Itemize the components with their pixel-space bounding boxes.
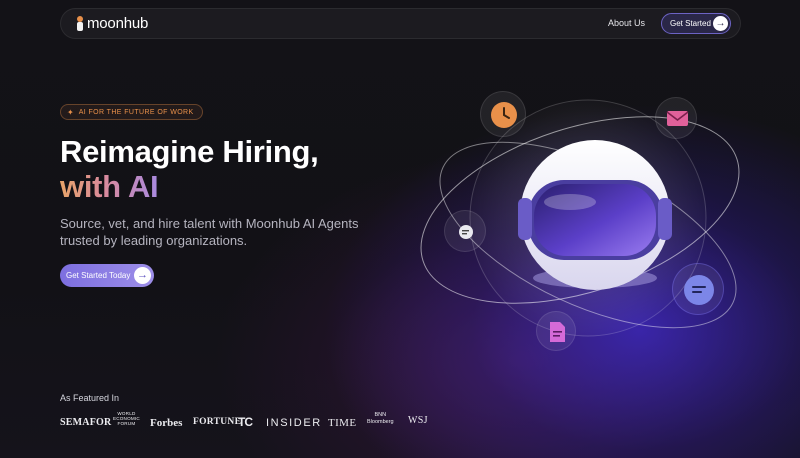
wsj-logo: WSJ	[408, 415, 428, 426]
message-icon	[684, 275, 714, 305]
clock-icon	[491, 102, 517, 128]
time-logo: TIME	[328, 417, 357, 429]
logo-text: moonhub	[87, 15, 149, 32]
wef-logo-line3: FORUM	[117, 421, 136, 426]
tagline-text: AI FOR THE FUTURE OF WORK	[78, 108, 194, 116]
nav-about-link[interactable]: About Us	[608, 18, 645, 28]
moonhub-logo[interactable]: moonhub	[76, 15, 148, 32]
message-badge	[672, 263, 724, 315]
chat-badge	[444, 210, 486, 252]
mail-badge	[655, 97, 697, 139]
headline-line-2: with AI	[60, 169, 159, 204]
wef-logo: WORLD ECONOMIC FORUM	[113, 411, 140, 426]
chat-icon	[459, 225, 473, 239]
arrow-right-icon: →	[134, 267, 151, 284]
get-started-today-label: Get Started Today	[66, 271, 131, 280]
mail-icon	[666, 111, 689, 126]
featured-title: As Featured In	[60, 393, 120, 403]
top-navbar: moonhub About Us Get Started →	[60, 8, 741, 39]
nav-get-started-button[interactable]: Get Started →	[661, 13, 731, 34]
arrow-right-icon: →	[713, 16, 728, 31]
document-icon	[550, 322, 565, 342]
clock-badge	[480, 91, 526, 137]
subheadline-line-2: trusted by leading organizations.	[60, 233, 248, 248]
document-badge	[536, 311, 576, 351]
forbes-logo: Forbes	[150, 417, 183, 429]
insider-logo: INSIDER	[266, 417, 322, 429]
get-started-today-button[interactable]: Get Started Today →	[60, 264, 154, 287]
headline-line-1: Reimagine Hiring,	[60, 134, 319, 169]
astronaut-illustration	[410, 80, 800, 370]
bnn-logo-line1: BNN	[374, 412, 387, 418]
bnn-logo-line2: Bloomberg	[367, 419, 394, 425]
semafor-logo: SEMAFOR	[60, 417, 112, 428]
sparkle-icon: ✦	[67, 107, 74, 117]
techcrunch-logo: TC	[238, 415, 253, 429]
subheadline-line-1: Source, vet, and hire talent with Moonhu…	[60, 216, 359, 231]
moonhub-logo-icon	[76, 15, 84, 32]
bnn-bloomberg-logo: BNN Bloomberg	[367, 412, 394, 426]
nav-get-started-label: Get Started	[670, 19, 711, 28]
fortune-logo: FORTUNE	[193, 417, 242, 427]
tagline-pill: ✦ AI FOR THE FUTURE OF WORK	[60, 104, 203, 120]
